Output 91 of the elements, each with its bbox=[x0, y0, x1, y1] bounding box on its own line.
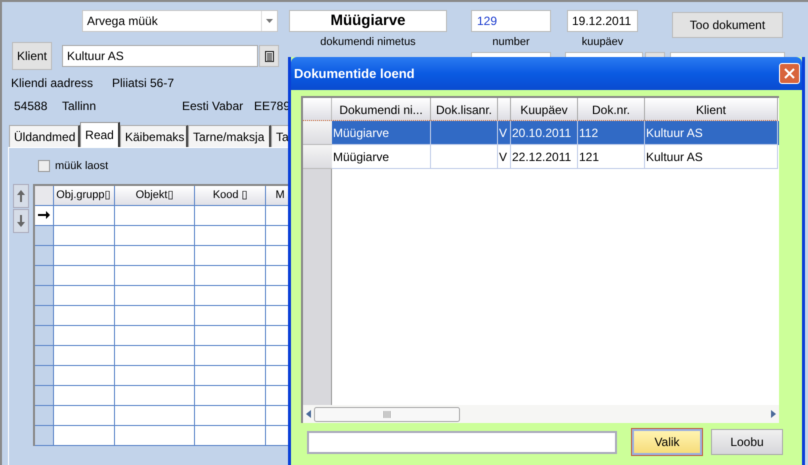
table-cell bbox=[195, 326, 266, 346]
row-header bbox=[35, 386, 54, 406]
close-button[interactable] bbox=[779, 63, 800, 84]
table-cell bbox=[54, 306, 115, 326]
address-value: Pliiatsi 56-7 bbox=[112, 75, 174, 92]
table-cell bbox=[195, 266, 266, 286]
row-header bbox=[35, 366, 54, 386]
table-cell: 22.12.2011 bbox=[511, 145, 578, 169]
move-up-button[interactable] bbox=[13, 184, 29, 208]
row-header bbox=[35, 266, 54, 286]
city: Tallinn bbox=[62, 98, 98, 115]
table-row[interactable]: Müügiarve V 20.10.2011 112 Kultuur AS bbox=[303, 121, 779, 145]
table-cell bbox=[54, 386, 115, 406]
row-header bbox=[35, 406, 54, 426]
caret-icon bbox=[266, 19, 273, 23]
row-header bbox=[35, 426, 54, 446]
table-cell bbox=[195, 286, 266, 306]
column-header-blank bbox=[498, 98, 511, 121]
table-cell bbox=[195, 406, 266, 426]
table-cell: Kultuur AS bbox=[645, 145, 778, 169]
horizontal-scrollbar[interactable] bbox=[303, 405, 779, 423]
table-cell bbox=[54, 366, 115, 386]
checkbox[interactable] bbox=[38, 160, 50, 172]
bank-name: Eesti Vabar bbox=[182, 98, 244, 115]
arrow-down-icon bbox=[17, 214, 25, 226]
fetch-document-button[interactable]: Too dokument bbox=[672, 12, 783, 38]
column-header: Obj.grupp▯ bbox=[54, 186, 115, 206]
search-field[interactable] bbox=[307, 430, 617, 454]
row-header bbox=[303, 145, 332, 169]
dialog-title: Dokumentide loend bbox=[294, 64, 415, 83]
close-icon bbox=[784, 68, 795, 79]
scroll-left-icon bbox=[306, 410, 311, 418]
table-cell bbox=[54, 426, 115, 446]
header-corner bbox=[303, 98, 332, 121]
client-button[interactable]: Klient bbox=[12, 42, 52, 70]
number-label: number bbox=[492, 35, 530, 50]
address-label: Kliendi aadress bbox=[11, 75, 94, 92]
table-cell bbox=[54, 406, 115, 426]
column-header: Dok.nr. bbox=[578, 98, 645, 121]
table-cell bbox=[54, 226, 115, 246]
move-down-button[interactable] bbox=[13, 208, 29, 232]
table-cell bbox=[54, 266, 115, 286]
number-field[interactable]: 129 bbox=[471, 10, 551, 32]
list-icon bbox=[264, 50, 274, 62]
table-cell bbox=[54, 346, 115, 366]
row-header bbox=[35, 326, 54, 346]
column-header: Objekt▯ bbox=[114, 186, 196, 206]
column-header: Kood ▯ bbox=[195, 186, 266, 206]
column-header: Klient bbox=[645, 98, 778, 121]
document-name-field[interactable]: Müügiarve bbox=[289, 10, 447, 32]
table-cell bbox=[195, 426, 266, 446]
table-cell bbox=[195, 206, 266, 226]
table-cell: Müügiarve bbox=[332, 145, 431, 169]
table-cell bbox=[195, 386, 266, 406]
table-cell bbox=[54, 286, 115, 306]
tab[interactable]: Tarne/maksja bbox=[188, 125, 271, 147]
table-cell: 121 bbox=[578, 145, 645, 169]
table-cell bbox=[195, 346, 266, 366]
checkbox-label: müük laost bbox=[55, 159, 108, 174]
row-header bbox=[35, 306, 54, 326]
row-header bbox=[35, 346, 54, 366]
document-name-label: dokumendi nimetus bbox=[320, 35, 416, 50]
table-row[interactable]: Müügiarve V 22.12.2011 121 Kultuur AS bbox=[303, 145, 779, 169]
row-header bbox=[303, 121, 332, 145]
table-cell bbox=[54, 326, 115, 346]
row-header bbox=[35, 246, 54, 266]
table-cell bbox=[195, 366, 266, 386]
arrow-up-icon bbox=[17, 190, 25, 202]
date-field[interactable]: 19.12.2011 bbox=[567, 10, 638, 32]
column-header: Dok.lisanr. bbox=[431, 98, 498, 121]
tab[interactable]: Üldandmed bbox=[9, 125, 80, 147]
column-header: Dokumendi ni... bbox=[332, 98, 431, 121]
row-header bbox=[35, 286, 54, 306]
arrow-right-icon bbox=[38, 211, 50, 219]
tab[interactable]: Read bbox=[80, 122, 120, 147]
table-cell: V bbox=[498, 145, 511, 169]
type-dropdown[interactable]: Arvega müük bbox=[82, 10, 278, 32]
scroll-thumb-icon bbox=[314, 406, 460, 422]
scroll-right-icon bbox=[771, 410, 776, 418]
dialog-button[interactable]: Valik bbox=[632, 429, 702, 455]
table-cell bbox=[195, 306, 266, 326]
column-header: Kuupäev bbox=[511, 98, 578, 121]
table-cell bbox=[54, 246, 115, 266]
dialog-button[interactable]: Loobu bbox=[711, 429, 783, 455]
postal-code: 54588 bbox=[14, 98, 48, 115]
list-button[interactable] bbox=[259, 45, 279, 67]
table-cell bbox=[195, 246, 266, 266]
client-field[interactable]: Kultuur AS bbox=[62, 45, 258, 67]
date-label: kuupäev bbox=[582, 35, 624, 50]
table-cell bbox=[195, 226, 266, 246]
tab[interactable]: Käibemaks bbox=[120, 125, 188, 147]
